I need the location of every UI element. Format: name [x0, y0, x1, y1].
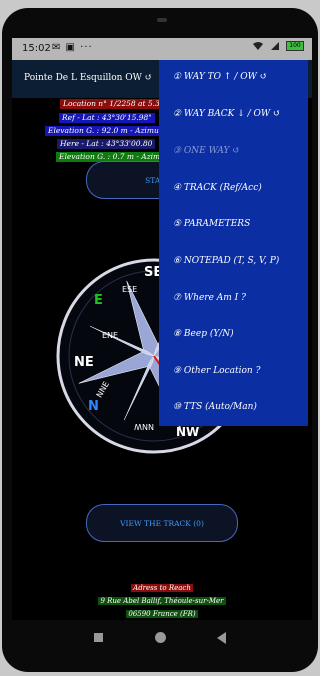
recents-button[interactable]	[94, 633, 103, 642]
status-time: 15:02	[22, 43, 51, 54]
here-coordinates: Here - Lat : 43°33'00.80	[57, 139, 156, 149]
address-header: Adress to Reach	[12, 584, 312, 592]
location-title[interactable]: Pointe De L Esquillon OW ↺	[24, 73, 152, 83]
wifi-icon	[253, 42, 263, 50]
signal-icon	[271, 42, 279, 50]
label-nnw: NNW	[134, 422, 154, 431]
menu-item-where-am-i[interactable]: ⑦ Where Am I ?	[173, 293, 246, 303]
label-ene: ENE	[102, 331, 118, 340]
back-button[interactable]	[217, 632, 226, 644]
view-track-label: VIEW THE TRACK (0)	[120, 518, 204, 528]
location-info: Location n° 1/2258 at 5.39	[60, 99, 168, 109]
ref-coordinates: Ref - Lat : 43°30'15.98"	[59, 113, 155, 123]
address-line1-text: 9 Rue Abel Ballif, Théoule-sur-Mer	[98, 597, 226, 605]
label-e: E	[94, 293, 103, 308]
menu-item-notepad[interactable]: ⑥ NOTEPAD (T, S, V, P)	[173, 256, 279, 266]
menu-item-parameters[interactable]: ⑤ PARAMETERS	[173, 219, 250, 229]
front-camera	[157, 18, 167, 22]
address-line2-text: 06590 France (FR)	[126, 610, 198, 618]
notification-icons: ✉ ▣ ···	[52, 42, 93, 53]
battery-icon: 100	[286, 41, 304, 51]
ref-elevation: Elevation G. : 92.0 m - Azimu	[45, 126, 162, 136]
menu-item-tts[interactable]: ⑩ TTS (Auto/Man)	[173, 402, 257, 412]
status-right: 100	[252, 41, 304, 51]
view-track-button[interactable]: VIEW THE TRACK (0)	[86, 504, 238, 542]
status-bar: 15:02 ✉ ▣ ··· 100	[12, 38, 312, 60]
label-ese: ESE	[122, 285, 137, 294]
phone-frame: 15:02 ✉ ▣ ··· 100 Pointe De L Esquillon …	[2, 8, 318, 672]
overflow-menu: ① WAY TO ↑ / OW ↺ ② WAY BACK ↓ / OW ↺ ③ …	[159, 60, 308, 426]
menu-item-other-location[interactable]: ⑨ Other Location ?	[173, 366, 260, 376]
menu-item-way-to[interactable]: ① WAY TO ↑ / OW ↺	[173, 72, 267, 82]
menu-item-one-way[interactable]: ③ ONE WAY ↺	[173, 146, 240, 156]
menu-item-beep[interactable]: ⑧ Beep (Y/N)	[173, 329, 234, 339]
label-ne: NE	[74, 355, 94, 370]
label-nw: NW	[176, 425, 199, 439]
app-screen: Pointe De L Esquillon OW ↺ Location n° 1…	[12, 60, 312, 620]
address-line2: 06590 France (FR)	[12, 610, 312, 618]
address-header-text: Adress to Reach	[131, 584, 193, 592]
menu-item-track[interactable]: ④ TRACK (Ref/Acc)	[173, 183, 262, 193]
home-button[interactable]	[155, 632, 166, 643]
navigation-bar	[2, 620, 318, 656]
phone-device: 15:02 ✉ ▣ ··· 100 Pointe De L Esquillon …	[0, 0, 320, 676]
label-n: N	[88, 399, 99, 414]
address-line1: 9 Rue Abel Ballif, Théoule-sur-Mer	[12, 597, 312, 605]
menu-item-way-back[interactable]: ② WAY BACK ↓ / OW ↺	[173, 109, 281, 119]
